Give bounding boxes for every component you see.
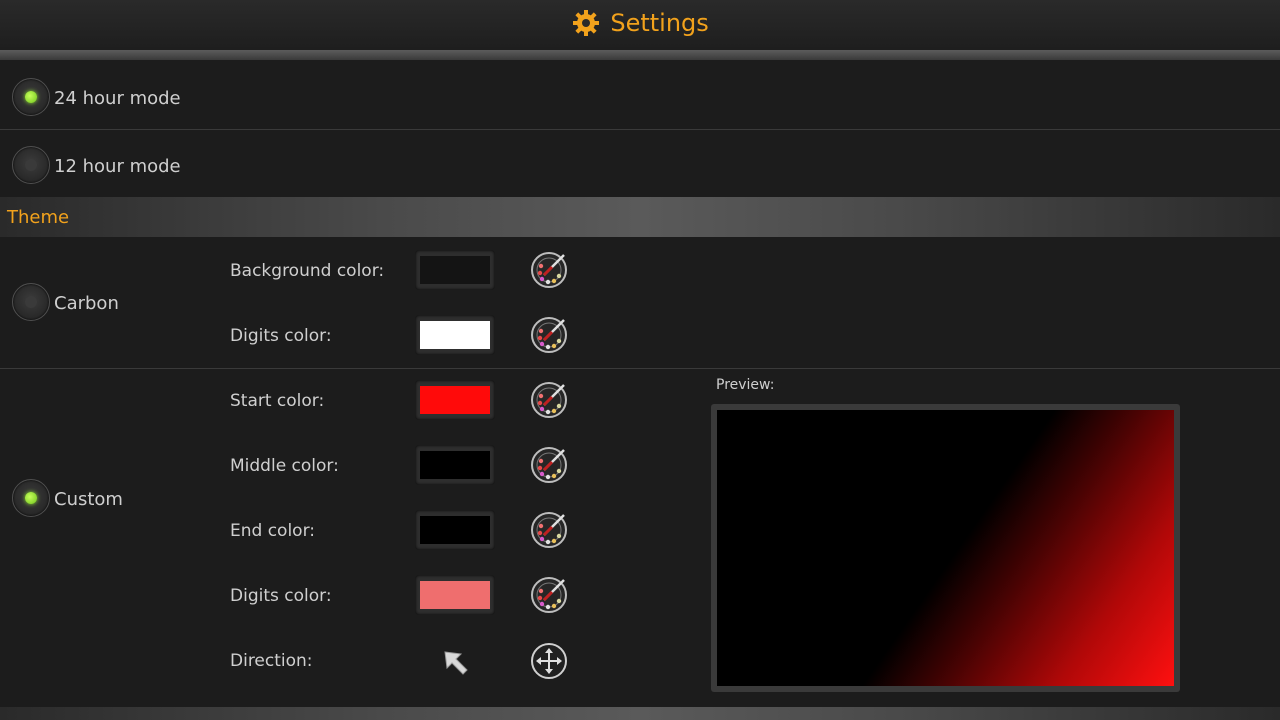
divider xyxy=(0,129,1280,130)
theme-section-header: Theme xyxy=(0,197,1280,237)
custom-middle-color-label: Middle color: xyxy=(230,456,339,476)
custom-start-color-swatch[interactable] xyxy=(415,380,495,420)
gradient-preview xyxy=(717,410,1174,686)
swatch-fill xyxy=(420,451,490,479)
custom-end-color-swatch[interactable] xyxy=(415,510,495,550)
color-palette-icon[interactable] xyxy=(530,381,568,419)
swatch-fill xyxy=(420,321,490,349)
next-section-header xyxy=(0,707,1280,720)
label-12-hour-mode[interactable]: 12 hour mode xyxy=(54,156,181,177)
swatch-fill xyxy=(420,581,490,609)
carbon-digits-color-label: Digits color: xyxy=(230,326,332,346)
divider xyxy=(0,368,1280,369)
gear-icon xyxy=(573,10,600,36)
carbon-background-color-label: Background color: xyxy=(230,261,385,281)
page-title: Settings xyxy=(610,9,709,37)
color-palette-icon[interactable] xyxy=(530,511,568,549)
color-palette-icon[interactable] xyxy=(530,446,568,484)
carbon-digits-color-swatch[interactable] xyxy=(415,315,495,355)
swatch-fill xyxy=(420,516,490,544)
title-bar: Settings xyxy=(0,0,1280,50)
radio-carbon[interactable] xyxy=(12,283,50,321)
title-bar-shadow xyxy=(0,50,1280,60)
label-24-hour-mode[interactable]: 24 hour mode xyxy=(54,88,181,109)
custom-middle-color-swatch[interactable] xyxy=(415,445,495,485)
custom-start-color-label: Start color: xyxy=(230,391,325,411)
radio-24-hour-mode[interactable] xyxy=(12,78,50,116)
swatch-fill xyxy=(420,256,490,284)
custom-end-color-label: End color: xyxy=(230,521,315,541)
radio-12-hour-mode[interactable] xyxy=(12,146,50,184)
label-carbon[interactable]: Carbon xyxy=(54,293,119,314)
theme-section-label: Theme xyxy=(7,207,70,228)
arrow-up-left-icon xyxy=(444,651,468,675)
radio-custom[interactable] xyxy=(12,479,50,517)
label-custom[interactable]: Custom xyxy=(54,489,123,510)
swatch-fill xyxy=(420,386,490,414)
preview-label: Preview: xyxy=(716,377,775,393)
color-palette-icon[interactable] xyxy=(530,316,568,354)
color-palette-icon[interactable] xyxy=(530,251,568,289)
preview-frame xyxy=(711,404,1180,692)
move-arrows-icon[interactable] xyxy=(530,642,568,680)
custom-digits-color-label: Digits color: xyxy=(230,586,332,606)
carbon-background-color-swatch[interactable] xyxy=(415,250,495,290)
direction-label: Direction: xyxy=(230,651,313,671)
color-palette-icon[interactable] xyxy=(530,576,568,614)
custom-digits-color-swatch[interactable] xyxy=(415,575,495,615)
